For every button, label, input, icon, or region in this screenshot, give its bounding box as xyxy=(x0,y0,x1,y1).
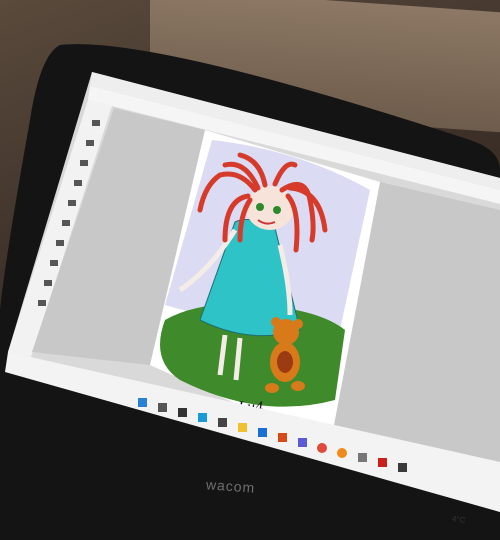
wacom-logo: wacom xyxy=(205,476,256,496)
tool-icon[interactable] xyxy=(80,160,88,166)
tool-icon[interactable] xyxy=(38,300,46,306)
edge-icon[interactable] xyxy=(198,413,207,422)
tool-icon[interactable] xyxy=(62,220,70,226)
pen-icon[interactable] xyxy=(358,453,367,462)
mail-icon[interactable] xyxy=(258,428,267,437)
tool-icon[interactable] xyxy=(56,240,64,246)
start-icon[interactable] xyxy=(138,398,147,407)
pen-display-tablet: Lu4 2022 xyxy=(0,44,500,540)
tool-icon[interactable] xyxy=(86,140,94,146)
tool-icon[interactable] xyxy=(68,200,76,206)
explorer-icon[interactable] xyxy=(238,423,247,432)
app-icon[interactable] xyxy=(398,463,407,472)
tool-icon[interactable] xyxy=(92,120,100,126)
search-icon[interactable] xyxy=(158,403,167,412)
artwork-eye xyxy=(273,206,281,214)
artwork-eye xyxy=(256,203,264,211)
store-icon[interactable] xyxy=(218,418,227,427)
tool-icon[interactable] xyxy=(50,260,58,266)
taskview-icon[interactable] xyxy=(178,408,187,417)
teams-icon[interactable] xyxy=(298,438,307,447)
tool-icon[interactable] xyxy=(44,280,52,286)
photo-scene: Lu4 2022 wacom 4°C xyxy=(0,0,500,540)
firefox-icon[interactable] xyxy=(337,448,347,458)
chrome-icon[interactable] xyxy=(317,443,327,453)
taskbar-weather: 4°C xyxy=(451,514,466,525)
office-icon[interactable] xyxy=(278,433,287,442)
tool-icon[interactable] xyxy=(74,180,82,186)
pdf-icon[interactable] xyxy=(378,458,387,467)
